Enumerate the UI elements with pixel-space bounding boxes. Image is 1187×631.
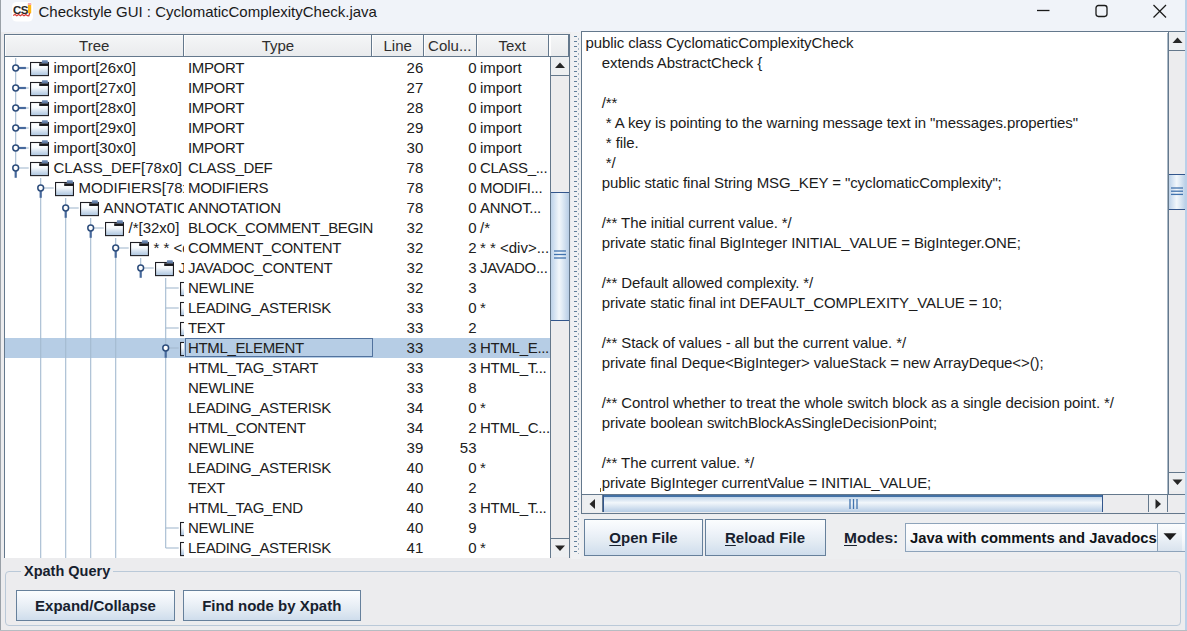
svg-text:CS: CS (12, 3, 28, 16)
